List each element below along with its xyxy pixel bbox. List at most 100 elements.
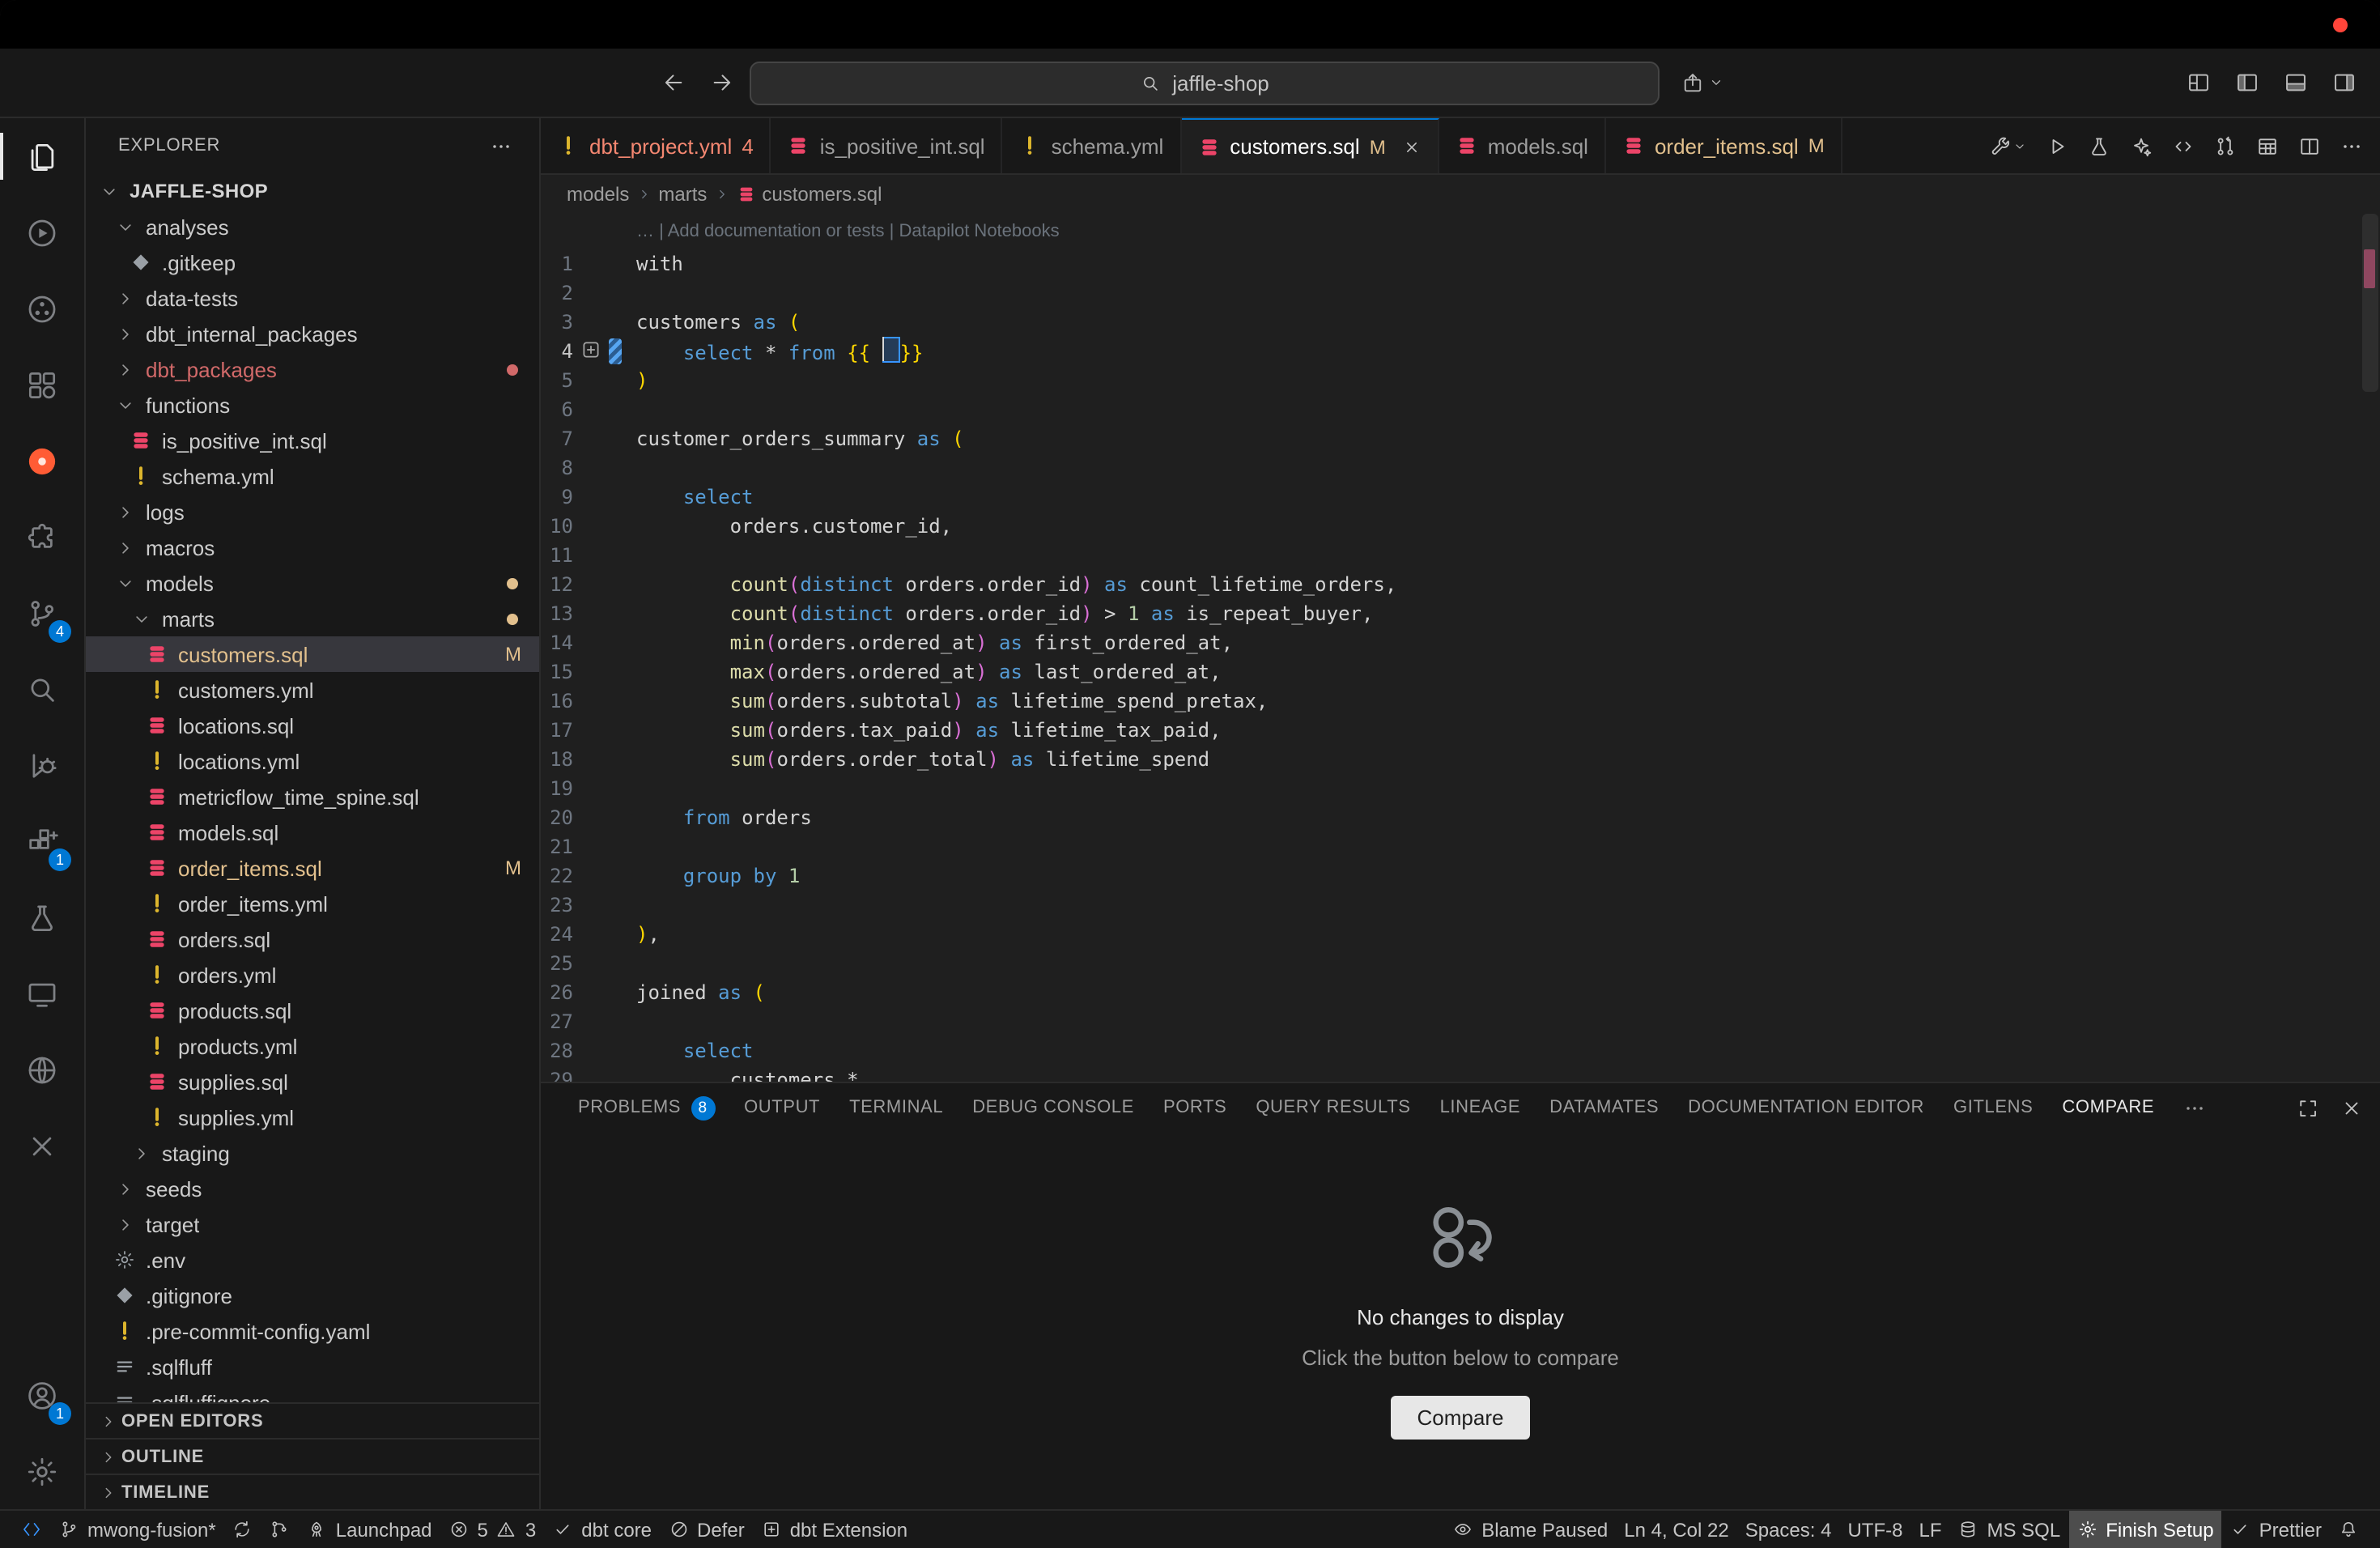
status-blame-status[interactable]: Blame Paused	[1444, 1511, 1616, 1548]
status-remote-indicator[interactable]	[13, 1511, 50, 1548]
activity-extensions[interactable]: 1	[0, 803, 84, 879]
code-line[interactable]: 16 sum(orders.subtotal) as lifetime_spen…	[541, 687, 2380, 716]
code-line[interactable]: 13 count(distinct orders.order_id) > 1 a…	[541, 599, 2380, 628]
tree-folder-marts[interactable]: marts	[86, 601, 539, 636]
tree-file--env[interactable]: .env	[86, 1242, 539, 1278]
status-indentation[interactable]: Spaces: 4	[1737, 1511, 1840, 1548]
status-commit-graph[interactable]	[261, 1511, 299, 1548]
tree-folder-dbt-packages[interactable]: dbt_packages	[86, 351, 539, 387]
status-problems[interactable]: 53	[440, 1511, 545, 1548]
editor-action-compile-preview[interactable]	[2171, 134, 2195, 158]
panel-more-tabs-icon[interactable]	[2169, 1096, 2219, 1121]
tree-file-orders-sql[interactable]: orders.sql	[86, 921, 539, 957]
editor-action-pull-request[interactable]	[2213, 134, 2238, 158]
command-center[interactable]: jaffle-shop	[750, 62, 1660, 105]
activity-testing[interactable]	[0, 879, 84, 955]
editor-scrollbar[interactable]	[2357, 214, 2380, 1082]
tree-file-products-sql[interactable]: products.sql	[86, 993, 539, 1028]
status-dbt-extension[interactable]: dbt Extension	[753, 1511, 916, 1548]
panel-tab-debug-console[interactable]: DEBUG CONSOLE	[958, 1083, 1149, 1133]
code-line[interactable]: 29 customers.*,	[541, 1065, 2380, 1082]
code-line[interactable]: 25	[541, 949, 2380, 978]
panel-tab-gitlens[interactable]: GITLENS	[1939, 1083, 2047, 1133]
activity-puzzle[interactable]	[0, 499, 84, 575]
status-git-branch[interactable]: mwong-fusion*	[50, 1511, 224, 1548]
code-line[interactable]: 1with	[541, 249, 2380, 279]
status-prettier[interactable]: Prettier	[2222, 1511, 2330, 1548]
tree-file-order-items-sql[interactable]: order_items.sqlM	[86, 850, 539, 886]
code-line[interactable]: 21	[541, 832, 2380, 861]
breadcrumb-item[interactable]: models	[567, 183, 629, 206]
tree-folder-functions[interactable]: functions	[86, 387, 539, 423]
tree-file--sqlfluff[interactable]: .sqlfluff	[86, 1349, 539, 1384]
tree-file-locations-yml[interactable]: locations.yml	[86, 743, 539, 779]
code-line[interactable]: 9 select	[541, 483, 2380, 512]
editor-action-split-editor[interactable]	[2297, 134, 2322, 158]
code-editor[interactable]: … | Add documentation or tests | Datapil…	[541, 214, 2380, 1082]
editor-action-more-actions[interactable]	[2340, 134, 2364, 158]
sidebar-more-actions-icon[interactable]	[489, 134, 513, 158]
tree-folder-seeds[interactable]: seeds	[86, 1171, 539, 1206]
editor-action-run-tests[interactable]	[2087, 134, 2111, 158]
tree-file-supplies-sql[interactable]: supplies.sql	[86, 1064, 539, 1099]
breadcrumb-item[interactable]: marts	[658, 183, 707, 206]
activity-components[interactable]	[0, 347, 84, 423]
panel-tab-compare[interactable]: COMPARE	[2047, 1083, 2169, 1133]
editor-action-ai-assist[interactable]	[2129, 134, 2153, 158]
panel-tab-problems[interactable]: PROBLEMS8	[563, 1083, 729, 1133]
activity-lineage[interactable]	[0, 270, 84, 347]
code-line[interactable]: 18 sum(orders.order_total) as lifetime_s…	[541, 745, 2380, 774]
tree-file--pre-commit-config-yaml[interactable]: .pre-commit-config.yaml	[86, 1313, 539, 1349]
tree-file-locations-sql[interactable]: locations.sql	[86, 708, 539, 743]
code-line[interactable]: 27	[541, 1007, 2380, 1036]
tree-file-metricflow-time-spine-sql[interactable]: metricflow_time_spine.sql	[86, 779, 539, 814]
tab-dbt-project-yml[interactable]: dbt_project.yml4	[541, 118, 771, 173]
customize-layout-icon[interactable]	[2186, 70, 2212, 96]
activity-accounts[interactable]: 1	[0, 1357, 84, 1433]
tab-order-items-sql[interactable]: order_items.sqlM	[1606, 118, 1842, 173]
tree-file--gitignore[interactable]: .gitignore	[86, 1278, 539, 1313]
code-line[interactable]: 6	[541, 395, 2380, 424]
panel-maximize-panel-icon[interactable]	[2296, 1096, 2320, 1121]
code-line[interactable]: 15 max(orders.ordered_at) as last_ordere…	[541, 657, 2380, 687]
breadcrumb-file[interactable]: customers.sql	[736, 183, 882, 206]
toggle-secondary-sidebar-icon[interactable]	[2331, 70, 2357, 96]
code-line[interactable]: 23	[541, 891, 2380, 920]
add-line-button[interactable]	[580, 338, 602, 361]
code-line[interactable]: 10 orders.customer_id,	[541, 512, 2380, 541]
tree-folder-macros[interactable]: macros	[86, 529, 539, 565]
code-line[interactable]: 7customer_orders_summary as (	[541, 424, 2380, 453]
code-line[interactable]: 5)	[541, 366, 2380, 395]
editor-action-dbt-build-tools[interactable]	[1988, 134, 2027, 158]
activity-explorer[interactable]	[0, 118, 84, 194]
panel-tab-documentation-editor[interactable]: DOCUMENTATION EDITOR	[1673, 1083, 1939, 1133]
code-line[interactable]: 19	[541, 774, 2380, 803]
tab-schema-yml[interactable]: schema.yml	[1003, 118, 1182, 173]
activity-source-control[interactable]: 4	[0, 575, 84, 651]
activity-remote-explorer[interactable]	[0, 955, 84, 1031]
status-sync-changes[interactable]	[224, 1511, 261, 1548]
panel-tab-terminal[interactable]: TERMINAL	[835, 1083, 958, 1133]
sidebar-section-timeline[interactable]: TIMELINE	[86, 1474, 539, 1509]
tree-folder-logs[interactable]: logs	[86, 494, 539, 529]
tree-file-is-positive-int-sql[interactable]: is_positive_int.sql	[86, 423, 539, 458]
activity-excalidraw[interactable]	[0, 1108, 84, 1184]
tree-file-order-items-yml[interactable]: order_items.yml	[86, 886, 539, 921]
tree-file--sqlfluffignore[interactable]: .sqlfluffignore	[86, 1384, 539, 1402]
tree-file-schema-yml[interactable]: schema.yml	[86, 458, 539, 494]
tab-models-sql[interactable]: models.sql	[1439, 118, 1606, 173]
tree-folder-data-tests[interactable]: data-tests	[86, 280, 539, 316]
tree-folder-target[interactable]: target	[86, 1206, 539, 1242]
tree-file-models-sql[interactable]: models.sql	[86, 814, 539, 850]
tree-folder-jaffle-shop[interactable]: JAFFLE-SHOP	[86, 173, 539, 209]
code-line[interactable]: 17 sum(orders.tax_paid) as lifetime_tax_…	[541, 716, 2380, 745]
activity-run-circle[interactable]	[0, 194, 84, 270]
activity-run-and-debug[interactable]	[0, 727, 84, 803]
tab-customers-sql[interactable]: customers.sqlM	[1181, 118, 1439, 173]
tree-file-orders-yml[interactable]: orders.yml	[86, 957, 539, 993]
tree-file--gitkeep[interactable]: .gitkeep	[86, 245, 539, 280]
breadcrumb[interactable]: models marts customers.sql	[541, 175, 2380, 214]
activity-settings[interactable]	[0, 1433, 84, 1509]
status-dbt-core[interactable]: dbt core	[544, 1511, 660, 1548]
panel-tab-datamates[interactable]: DATAMATES	[1535, 1083, 1673, 1133]
